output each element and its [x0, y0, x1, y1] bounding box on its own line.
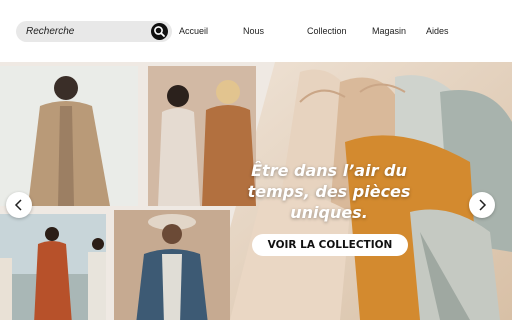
model-trench-coat-photo [0, 66, 138, 206]
search-icon [154, 26, 165, 37]
hero-headline: Être dans l’air du temps, des pièces uni… [236, 160, 422, 223]
chevron-right-icon [479, 199, 487, 211]
headline-line: uniques. [290, 203, 368, 222]
search-bar [16, 21, 172, 42]
view-collection-button[interactable]: VOIR LA COLLECTION [252, 234, 408, 256]
search-button[interactable] [151, 23, 168, 40]
group-models-photo [0, 214, 106, 320]
model-hat-photo [114, 210, 230, 320]
carousel-next-button[interactable] [469, 192, 495, 218]
search-input[interactable] [26, 21, 146, 42]
nav-collection[interactable]: Collection [307, 26, 347, 36]
nav-magasin[interactable]: Magasin [372, 26, 406, 36]
nav-nous[interactable]: Nous [243, 26, 264, 36]
headline-line: Être dans l’air du [251, 161, 407, 180]
carousel-prev-button[interactable] [6, 192, 32, 218]
site-header: Accueil Nous Collection Magasin Aides [0, 0, 512, 62]
chevron-left-icon [14, 199, 22, 211]
hero-banner: Être dans l’air du temps, des pièces uni… [0, 62, 512, 320]
nav-accueil[interactable]: Accueil [179, 26, 208, 36]
nav-aides[interactable]: Aides [426, 26, 449, 36]
headline-line: temps, des pièces [247, 182, 411, 201]
